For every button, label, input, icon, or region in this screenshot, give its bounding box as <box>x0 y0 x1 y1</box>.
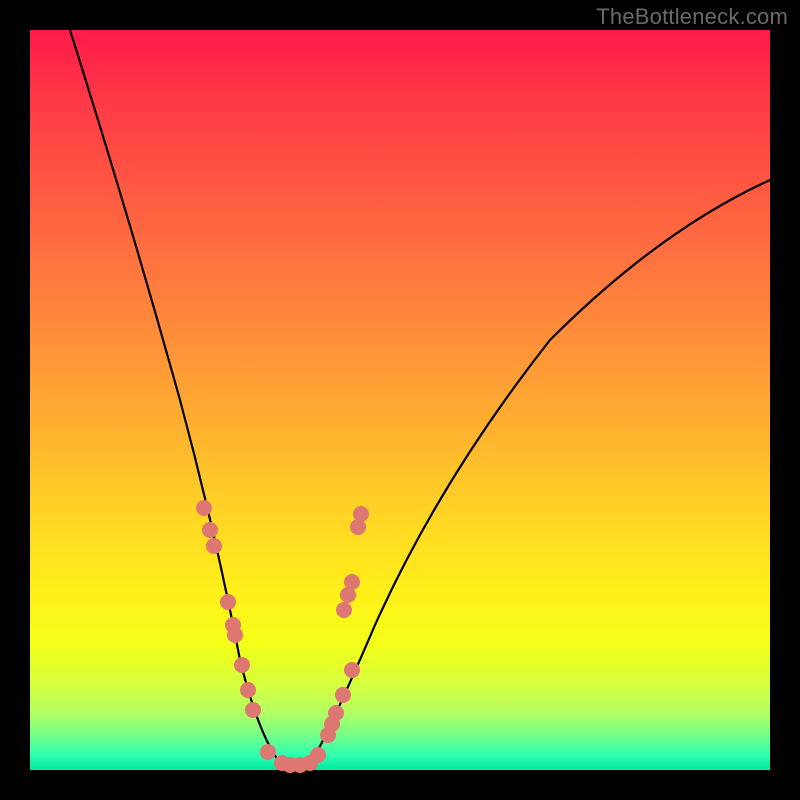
curve-right-branch <box>310 180 770 765</box>
watermark-text: TheBottleneck.com <box>596 4 788 30</box>
bottleneck-curve <box>30 30 770 770</box>
plot-area <box>30 30 770 770</box>
data-points <box>196 500 369 773</box>
chart-frame: TheBottleneck.com <box>0 0 800 800</box>
curve-left-branch <box>70 30 282 765</box>
